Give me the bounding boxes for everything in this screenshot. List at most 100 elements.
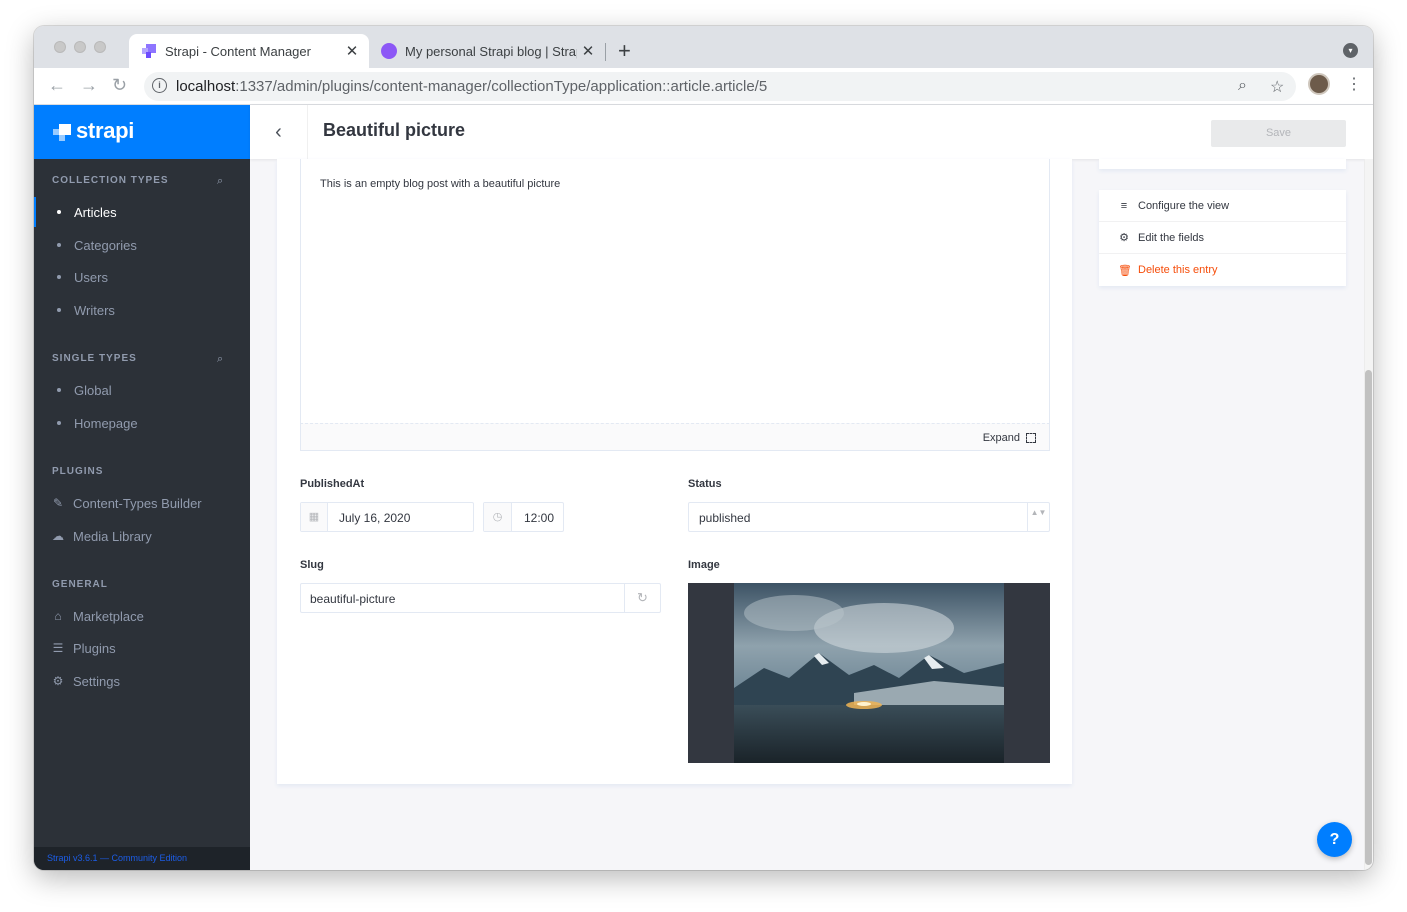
sidebar-item-label: Users: [74, 269, 108, 285]
search-icon[interactable]: ⌕: [217, 175, 223, 188]
expand-label: Expand: [982, 432, 1020, 444]
sidebar-item-label: Articles: [74, 204, 117, 220]
browser-window: Strapi - Content Manager ✕ My personal S…: [34, 26, 1373, 870]
help-button[interactable]: ?: [1317, 822, 1352, 857]
site-info-icon[interactable]: i: [152, 78, 167, 93]
time-value: 12:00: [524, 511, 555, 525]
page-title: Beautiful picture: [323, 120, 466, 140]
slug-label: Slug: [300, 559, 324, 571]
editor-footer: Expand: [300, 423, 1050, 451]
sidebar-item-categories[interactable]: Categories: [34, 230, 250, 260]
layout-icon: ≡: [1120, 199, 1128, 212]
sidebar-item-articles[interactable]: Articles: [34, 197, 250, 227]
tab-search-icon[interactable]: ▾: [1343, 43, 1358, 58]
status-value: published: [699, 511, 751, 525]
purple-circle-favicon-icon: [381, 43, 397, 59]
list-icon: ☰: [52, 641, 64, 655]
slug-value: beautiful-picture: [310, 592, 396, 606]
section-title-single-types: Single Types: [52, 353, 137, 364]
delete-entry-label: Delete this entry: [1138, 264, 1218, 276]
bookmark-star-icon[interactable]: ☆: [1270, 77, 1284, 97]
zoom-icon[interactable]: ⌕: [1238, 77, 1247, 95]
sidebar-item-marketplace[interactable]: ⌂ Marketplace: [34, 601, 250, 631]
cloud-upload-icon: ☁: [52, 529, 64, 543]
url-host: localhost: [176, 78, 236, 95]
content-editor[interactable]: This is an empty blog post with a beauti…: [300, 159, 1050, 424]
expand-icon: [1026, 433, 1036, 443]
editor-content[interactable]: This is an empty blog post with a beauti…: [320, 178, 560, 190]
status-select[interactable]: published ▲▼: [688, 502, 1050, 532]
strapi-logo-icon: [53, 124, 71, 141]
trash-icon: 🗑: [1118, 264, 1132, 277]
new-tab-icon[interactable]: +: [618, 38, 631, 64]
configure-view-link[interactable]: ≡ Configure the view: [1099, 190, 1346, 222]
back-arrow-icon[interactable]: ←: [48, 75, 66, 96]
browser-tab-blog[interactable]: My personal Strapi blog | Strap ✕: [369, 34, 605, 68]
profile-avatar[interactable]: [1308, 73, 1330, 95]
window-minimize-button[interactable]: [74, 41, 86, 53]
version-footer: Strapi v3.6.1 — Community Edition: [34, 847, 250, 870]
tab-separator: [605, 43, 606, 61]
image-preview[interactable]: [688, 583, 1050, 763]
address-bar[interactable]: i localhost:1337/admin/plugins/content-m…: [144, 72, 1296, 101]
forward-arrow-icon[interactable]: →: [80, 75, 98, 96]
window-close-button[interactable]: [54, 41, 66, 53]
browser-tab-content-manager[interactable]: Strapi - Content Manager ✕: [129, 34, 369, 68]
mountain-photo: [734, 583, 1004, 763]
paint-brush-icon: ✎: [52, 496, 64, 510]
gear-icon: ⚙: [1119, 232, 1129, 244]
sidebar-item-writers[interactable]: Writers: [34, 295, 250, 325]
expand-button[interactable]: Expand: [983, 432, 1036, 444]
status-label: Status: [688, 478, 722, 490]
sidebar-item-users[interactable]: Users: [34, 262, 250, 292]
sidebar-item-label: Content-Types Builder: [73, 495, 202, 511]
select-caret-icon: ▲▼: [1027, 503, 1049, 531]
search-icon[interactable]: ⌕: [217, 353, 223, 366]
clock-icon: ◷: [484, 503, 512, 531]
section-title-general: General: [52, 579, 108, 590]
sidebar-item-global[interactable]: Global: [34, 375, 250, 405]
strapi-favicon-icon: [142, 44, 156, 58]
close-tab-icon[interactable]: ✕: [341, 42, 363, 60]
sidebar-item-homepage[interactable]: Homepage: [34, 408, 250, 438]
back-button[interactable]: ‹: [250, 105, 308, 159]
regenerate-icon[interactable]: ↻: [624, 584, 660, 612]
browser-menu-icon[interactable]: ⋮: [1346, 74, 1362, 94]
sidebar-item-content-types-builder[interactable]: ✎ Content-Types Builder: [34, 488, 250, 518]
sidebar-item-plugins[interactable]: ☰ Plugins: [34, 633, 250, 663]
edit-fields-label: Edit the fields: [1138, 231, 1205, 244]
tab-strip: Strapi - Content Manager ✕ My personal S…: [34, 26, 1373, 68]
delete-entry-link[interactable]: 🗑 Delete this entry: [1099, 254, 1346, 286]
sidebar-item-label: Marketplace: [73, 608, 144, 624]
close-tab-icon[interactable]: ✕: [577, 42, 599, 60]
shopping-basket-icon: ⌂: [54, 609, 62, 623]
edit-fields-link[interactable]: ⚙ Edit the fields: [1099, 222, 1346, 254]
scrollbar-thumb[interactable]: [1365, 370, 1372, 865]
bullet-icon: [57, 275, 61, 279]
edit-form-card: This is an empty blog post with a beauti…: [277, 159, 1072, 784]
bullet-icon: [57, 210, 61, 214]
time-picker[interactable]: ◷ 12:00: [483, 502, 564, 532]
sidebar-item-settings[interactable]: ⚙ Settings: [34, 666, 250, 696]
date-picker[interactable]: ▦ July 16, 2020: [300, 502, 474, 532]
page-header: ‹ Beautiful picture Save: [250, 105, 1373, 159]
section-title-collection-types: Collection Types: [52, 175, 169, 186]
url-text[interactable]: localhost:1337/admin/plugins/content-man…: [176, 78, 767, 95]
bullet-icon: [57, 243, 61, 247]
brand-bar[interactable]: strapi: [34, 105, 250, 159]
tab-title: Strapi - Content Manager: [165, 43, 311, 59]
save-button[interactable]: Save: [1211, 120, 1346, 147]
configure-view-label: Configure the view: [1138, 199, 1230, 212]
window-zoom-button[interactable]: [94, 41, 106, 53]
published-at-label: PublishedAt: [300, 478, 365, 490]
sidebar-item-label: Writers: [74, 302, 115, 318]
sidebar-item-label: Settings: [73, 673, 120, 689]
info-panel: [1099, 159, 1346, 169]
sidebar-item-media-library[interactable]: ☁ Media Library: [34, 521, 250, 551]
reload-icon[interactable]: ↻: [112, 75, 127, 96]
brand-name: strapi: [76, 118, 135, 143]
image-label: Image: [688, 559, 720, 571]
slug-input[interactable]: beautiful-picture ↻: [300, 583, 661, 613]
sidebar-item-label: Global: [74, 382, 112, 398]
actions-panel: ≡ Configure the view ⚙ Edit the fields 🗑…: [1099, 190, 1346, 286]
